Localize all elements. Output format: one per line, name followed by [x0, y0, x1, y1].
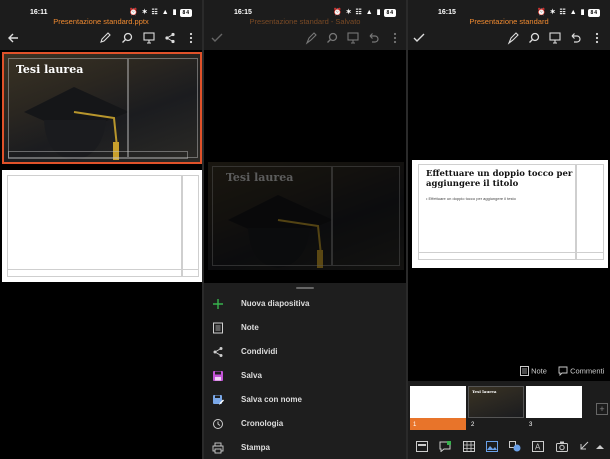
- sheet-handle[interactable]: [296, 287, 314, 289]
- menu-item-salva[interactable]: Salva: [204, 365, 406, 389]
- slide-3-editor[interactable]: Effettuare un doppio tocco per aggiunger…: [412, 160, 608, 268]
- thumbnail-caption: Tesi laurea: [472, 389, 497, 394]
- menu-item-note[interactable]: Note: [204, 317, 406, 341]
- slide-1: Tesi laurea: [4, 54, 200, 162]
- comment-icon: [558, 366, 568, 377]
- clock: 16:11: [30, 9, 48, 16]
- share-icon: [213, 347, 223, 357]
- battery-icon: 84: [180, 9, 192, 17]
- search-icon[interactable]: [120, 31, 134, 45]
- present-icon[interactable]: [548, 31, 562, 45]
- text-placeholder[interactable]: • Effettuare un doppio tocco per aggiung…: [426, 196, 576, 201]
- thumbnail-number: 2: [471, 422, 475, 428]
- thumbnail-slide-2[interactable]: Tesi laurea 2: [468, 386, 524, 430]
- bottom-sheet-menu: Nuova diapositiva Note Condividi Salva S…: [204, 283, 406, 459]
- battery-icon: 84: [588, 9, 600, 17]
- content-guide: [128, 58, 198, 158]
- search-icon[interactable]: [527, 31, 541, 45]
- menu-item-nuova-diapositiva[interactable]: Nuova diapositiva: [204, 293, 406, 317]
- toolbar: [408, 26, 610, 50]
- chevron-up-icon[interactable]: [594, 441, 606, 452]
- present-icon[interactable]: [142, 31, 156, 45]
- undo-icon[interactable]: [366, 31, 380, 45]
- camera-icon[interactable]: [556, 441, 568, 452]
- comments-button[interactable]: Commenti: [558, 366, 604, 378]
- text-box-icon[interactable]: A: [532, 441, 544, 452]
- thumbnail-number: 3: [529, 422, 533, 428]
- menu-item-salva-con-nome[interactable]: Salva con nome: [204, 389, 406, 413]
- save-as-icon: [213, 395, 224, 405]
- toolbar: [204, 26, 406, 50]
- notes-icon: [213, 322, 223, 334]
- picture-icon[interactable]: [486, 441, 498, 452]
- content-guide: [418, 252, 604, 260]
- svg-text:A: A: [535, 443, 541, 452]
- collapse-icon[interactable]: [578, 441, 590, 452]
- add-slide-button[interactable]: +: [596, 403, 608, 415]
- history-icon: [213, 419, 223, 429]
- shapes-icon[interactable]: [509, 441, 521, 452]
- status-icons: ⏰ ✶ ☷ ▲ ▮ 84: [129, 9, 192, 17]
- table-icon[interactable]: [463, 441, 475, 452]
- slide-thumbnail-strip: 1 Tesi laurea 2 3 +: [408, 381, 610, 435]
- comment-add-icon[interactable]: [439, 441, 451, 452]
- content-guide: [8, 151, 188, 159]
- content-guide: [7, 175, 182, 277]
- screen-1: 16:11 ⏰ ✶ ☷ ▲ ▮ 84 Presentazione standar…: [0, 0, 202, 459]
- content-guide: [7, 269, 199, 277]
- toolbar: [0, 26, 202, 50]
- clock: 16:15: [234, 9, 252, 16]
- document-title: Presentazione standard.pptx: [53, 17, 149, 26]
- menu-item-cronologia[interactable]: Cronologia: [204, 413, 406, 437]
- back-arrow-icon[interactable]: [6, 31, 20, 45]
- title-placeholder[interactable]: Effettuare un doppio tocco per aggiunger…: [426, 169, 576, 189]
- save-icon: [213, 371, 223, 381]
- menu-item-condividi[interactable]: Condividi: [204, 341, 406, 365]
- content-guide: [182, 175, 199, 277]
- ink-pen-icon[interactable]: [506, 31, 520, 45]
- more-options-icon[interactable]: [184, 31, 198, 45]
- document-title: Presentazione standard - Salvato: [249, 17, 361, 26]
- undo-icon[interactable]: [568, 31, 582, 45]
- print-icon: [212, 442, 224, 454]
- thumbnail-slide-1[interactable]: 1: [410, 386, 466, 430]
- slide-title: Tesi laurea: [226, 171, 294, 184]
- check-icon[interactable]: [210, 31, 224, 45]
- search-icon[interactable]: [325, 31, 339, 45]
- thumbnail-number: 1: [413, 422, 417, 428]
- plus-icon: [213, 299, 223, 309]
- notes-icon: [520, 366, 529, 377]
- more-options-icon[interactable]: [388, 31, 402, 45]
- share-icon[interactable]: [163, 31, 177, 45]
- content-guide: [576, 164, 604, 260]
- status-icons: ⏰ ✶ ☷ ▲ ▮ 84: [333, 9, 396, 17]
- clock: 16:15: [438, 9, 456, 16]
- slide-preview-dimmed: Tesi laurea: [208, 162, 404, 270]
- slide-1-selected-frame[interactable]: Tesi laurea: [2, 52, 202, 164]
- screen-2: 16:15 ⏰ ✶ ☷ ▲ ▮ 84 Presentazione standar…: [204, 0, 406, 459]
- ink-pen-icon[interactable]: [304, 31, 318, 45]
- slide-title: Tesi laurea: [16, 63, 84, 76]
- check-icon[interactable]: [412, 31, 426, 45]
- content-guide: [332, 166, 400, 266]
- thumbnail-slide-3[interactable]: 3: [526, 386, 582, 430]
- more-options-icon[interactable]: [590, 31, 604, 45]
- thumbnail-selected-bar: [410, 418, 466, 430]
- insert-toolbar: A: [408, 435, 610, 459]
- slide-2[interactable]: [2, 170, 202, 282]
- pen-icon[interactable]: [98, 31, 112, 45]
- screen-3: 16:15 ⏰ ✶ ☷ ▲ ▮ 84 Presentazione standar…: [408, 0, 610, 459]
- document-title: Presentazione standard: [469, 17, 549, 26]
- status-icons: ⏰ ✶ ☷ ▲ ▮ 84: [537, 9, 600, 17]
- layout-icon[interactable]: [416, 441, 428, 452]
- menu-item-stampa[interactable]: Stampa: [204, 437, 406, 459]
- notes-button[interactable]: Note: [520, 366, 547, 378]
- battery-icon: 84: [384, 9, 396, 17]
- present-icon[interactable]: [346, 31, 360, 45]
